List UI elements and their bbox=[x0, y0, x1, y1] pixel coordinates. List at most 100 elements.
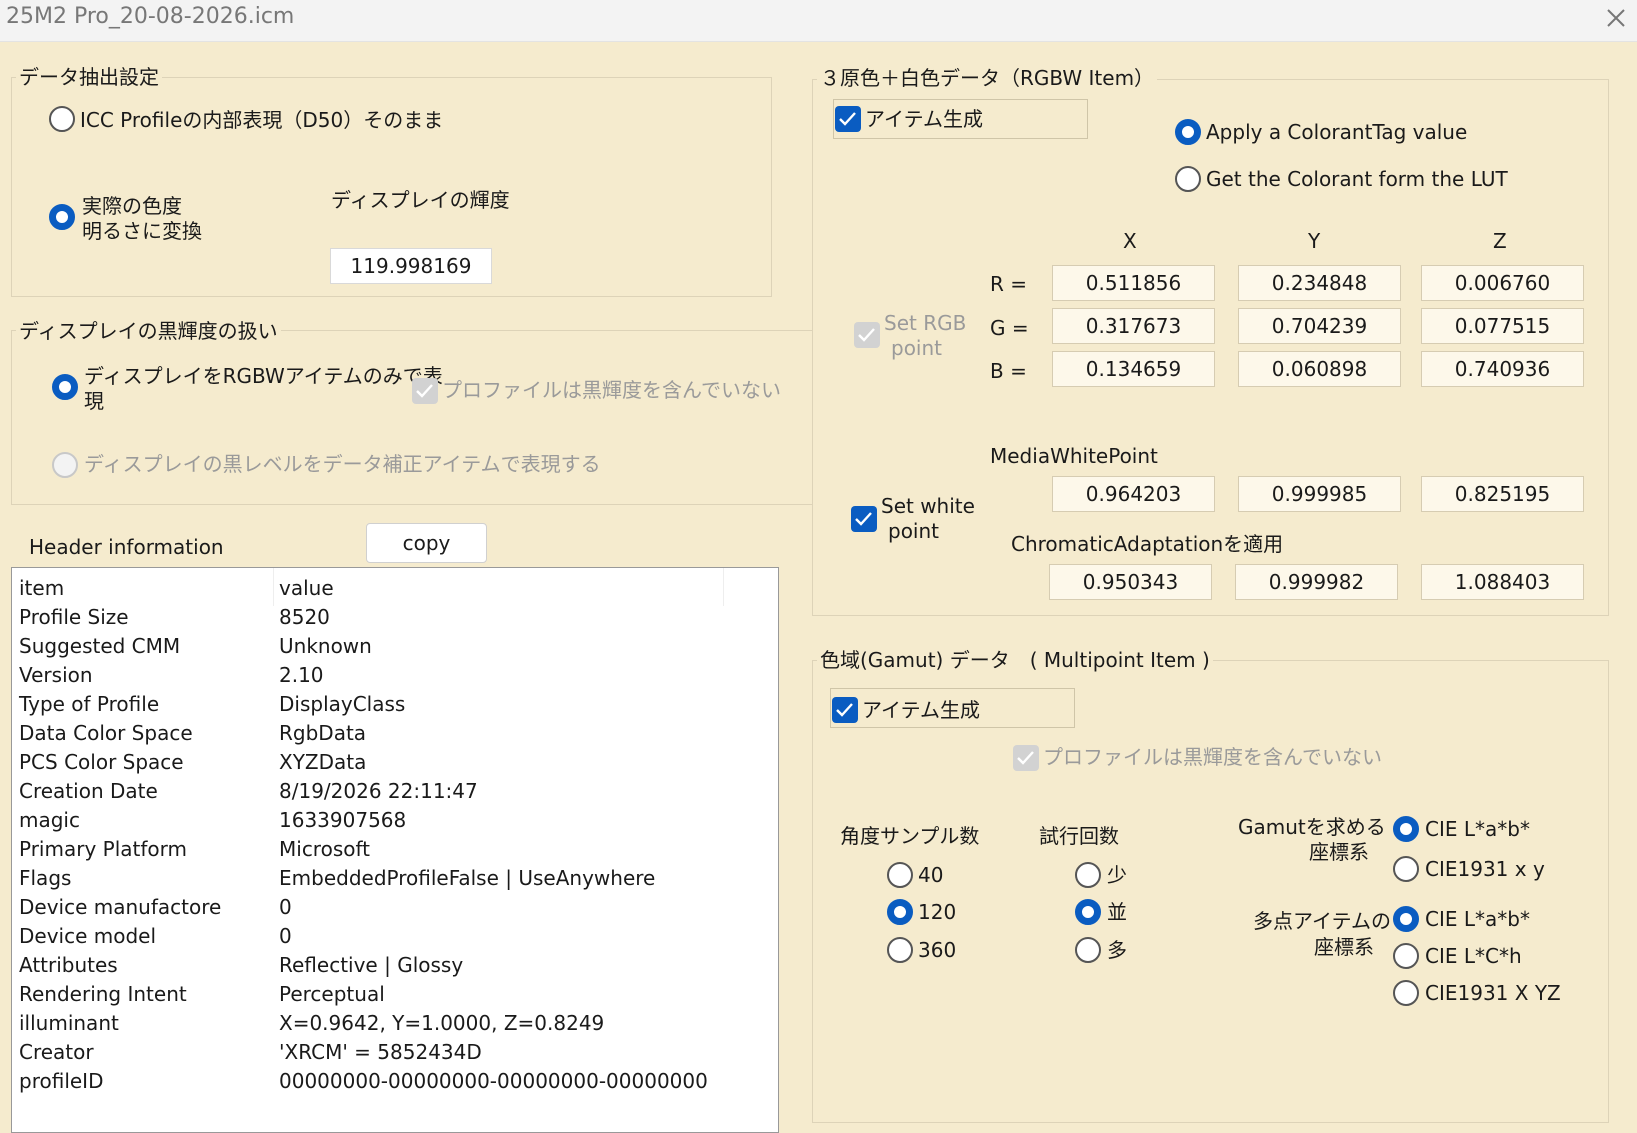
r-row-label: R = bbox=[990, 272, 1028, 296]
table-row[interactable]: Data Color Space RgbData bbox=[12, 721, 778, 750]
radio-black-correction[interactable] bbox=[52, 452, 78, 478]
table-row[interactable]: Device model 0 bbox=[12, 924, 778, 953]
table-row[interactable]: illuminant X=0.9642, Y=1.0000, Z=0.8249 bbox=[12, 1011, 778, 1040]
mwp-z-field[interactable]: 0.825195 bbox=[1421, 476, 1584, 512]
set-rgb-point-label1: Set RGB bbox=[884, 311, 967, 335]
multi-cs-label1: 多点アイテムの bbox=[1253, 909, 1391, 933]
table-row[interactable]: Attributes Reflective | Glossy bbox=[12, 953, 778, 982]
table-row[interactable]: Rendering Intent Perceptual bbox=[12, 982, 778, 1011]
radio-convert-actual-label2: 明るさに変換 bbox=[82, 219, 202, 243]
no-black-checkbox[interactable] bbox=[412, 378, 438, 404]
gamut-title: 色域(Gamut) データ ( Multipoint Item ) bbox=[817, 649, 1213, 671]
radio-multi-xyz-label: CIE1931 X YZ bbox=[1425, 981, 1561, 1005]
radio-trial-few[interactable] bbox=[1075, 862, 1101, 888]
radio-gamut-lab[interactable] bbox=[1393, 816, 1419, 842]
radio-rgbw-only-label2: 現 bbox=[84, 389, 104, 413]
g-y-field[interactable]: 0.704239 bbox=[1238, 308, 1401, 344]
set-rgb-point-label2: point bbox=[891, 336, 943, 360]
gamut-group bbox=[812, 660, 1609, 1123]
display-luminance-label: ディスプレイの輝度 bbox=[331, 188, 510, 212]
set-rgb-point-checkbox[interactable] bbox=[854, 322, 880, 348]
chad-z-field[interactable]: 1.088403 bbox=[1421, 564, 1584, 600]
radio-angle-40[interactable] bbox=[887, 862, 913, 888]
radio-multi-lab[interactable] bbox=[1393, 906, 1419, 932]
black-handling-title: ディスプレイの黒輝度の扱い bbox=[16, 320, 281, 342]
table-row[interactable]: Suggested CMM Unknown bbox=[12, 634, 778, 663]
radio-rgbw-only-label1: ディスプレイをRGBWアイテムのみで表 bbox=[84, 364, 443, 388]
chromatic-adaptation-label: ChromaticAdaptationを適用 bbox=[1011, 532, 1284, 556]
radio-apply-colorant[interactable] bbox=[1175, 119, 1201, 145]
radio-trial-many-label: 多 bbox=[1107, 938, 1127, 962]
radio-convert-actual[interactable] bbox=[49, 204, 75, 230]
black-handling-group bbox=[11, 330, 813, 505]
g-z-field[interactable]: 0.077515 bbox=[1421, 308, 1584, 344]
copy-button[interactable]: copy bbox=[366, 523, 487, 563]
radio-black-correction-label: ディスプレイの黒レベルをデータ補正アイテムで表現する bbox=[84, 452, 601, 476]
window-title: 25M2 Pro_20-08-2026.icm bbox=[6, 4, 295, 29]
col-y-header: Y bbox=[1308, 229, 1321, 253]
radio-trial-many[interactable] bbox=[1075, 937, 1101, 963]
r-y-field[interactable]: 0.234848 bbox=[1238, 265, 1401, 301]
chad-x-field[interactable]: 0.950343 bbox=[1049, 564, 1212, 600]
col-item-header[interactable]: item bbox=[19, 576, 64, 600]
col-z-header: Z bbox=[1493, 229, 1507, 253]
table-row[interactable]: Device manufactore 0 bbox=[12, 895, 778, 924]
col-value-header[interactable]: value bbox=[279, 576, 334, 600]
radio-trial-normal-label: 並 bbox=[1107, 900, 1127, 924]
table-row[interactable]: Profile Size 8520 bbox=[12, 605, 778, 634]
gamut-no-black-label: プロファイルは黒輝度を含んでいない bbox=[1043, 745, 1382, 769]
table-row[interactable]: Flags EmbeddedProfileFalse | UseAnywhere bbox=[12, 866, 778, 895]
rgbw-title: ３原色＋白色データ（RGBW Item） bbox=[817, 67, 1158, 89]
display-luminance-input[interactable]: 119.998169 bbox=[330, 248, 492, 284]
radio-multi-xyz[interactable] bbox=[1393, 980, 1419, 1006]
mwp-y-field[interactable]: 0.999985 bbox=[1238, 476, 1401, 512]
table-row[interactable]: Primary Platform Microsoft bbox=[12, 837, 778, 866]
b-z-field[interactable]: 0.740936 bbox=[1421, 351, 1584, 387]
radio-internal-d50-label: ICC Profileの内部表現（D50）そのまま bbox=[80, 108, 444, 132]
r-x-field[interactable]: 0.511856 bbox=[1052, 265, 1215, 301]
angle-samples-label: 角度サンプル数 bbox=[840, 824, 980, 848]
header-info-list[interactable]: item value Profile Size 8520 Suggested CM… bbox=[11, 567, 779, 1133]
radio-gamut-lab-label: CIE L*a*b* bbox=[1425, 817, 1530, 841]
table-row[interactable]: PCS Color Space XYZData bbox=[12, 750, 778, 779]
col-x-header: X bbox=[1123, 229, 1137, 253]
radio-gamut-xy-label: CIE1931 x y bbox=[1425, 857, 1545, 881]
radio-apply-colorant-label: Apply a ColorantTag value bbox=[1206, 120, 1468, 144]
radio-angle-360[interactable] bbox=[887, 937, 913, 963]
table-row[interactable]: magic 1633907568 bbox=[12, 808, 778, 837]
rgbw-item-gen-label: アイテム生成 bbox=[865, 107, 983, 131]
table-row[interactable]: profileID 00000000-00000000-00000000-0000… bbox=[12, 1069, 778, 1098]
gamut-cs-label1: Gamutを求める bbox=[1238, 815, 1386, 839]
media-white-point-label: MediaWhitePoint bbox=[990, 444, 1158, 468]
b-y-field[interactable]: 0.060898 bbox=[1238, 351, 1401, 387]
header-info-label: Header information bbox=[29, 535, 224, 559]
mwp-x-field[interactable]: 0.964203 bbox=[1052, 476, 1215, 512]
gamut-item-gen-label: アイテム生成 bbox=[862, 698, 980, 722]
radio-internal-d50[interactable] bbox=[49, 106, 75, 132]
r-z-field[interactable]: 0.006760 bbox=[1421, 265, 1584, 301]
radio-gamut-xy[interactable] bbox=[1393, 856, 1419, 882]
radio-angle-360-label: 360 bbox=[918, 938, 957, 962]
g-x-field[interactable]: 0.317673 bbox=[1052, 308, 1215, 344]
radio-rgbw-only[interactable] bbox=[52, 374, 78, 400]
table-row[interactable]: Creator 'XRCM' = 5852434D bbox=[12, 1040, 778, 1069]
radio-trial-normal[interactable] bbox=[1075, 899, 1101, 925]
close-icon[interactable] bbox=[1600, 2, 1632, 34]
chad-y-field[interactable]: 0.999982 bbox=[1235, 564, 1398, 600]
set-white-point-checkbox[interactable] bbox=[851, 506, 877, 532]
table-row[interactable]: Creation Date 8/19/2026 22:11:47 bbox=[12, 779, 778, 808]
radio-get-colorant-lut[interactable] bbox=[1175, 166, 1201, 192]
table-row[interactable]: Version 2.10 bbox=[12, 663, 778, 692]
radio-convert-actual-label1: 実際の色度 bbox=[82, 194, 182, 218]
radio-get-colorant-lut-label: Get the Colorant form the LUT bbox=[1206, 167, 1508, 191]
gamut-item-gen-checkbox[interactable] bbox=[832, 697, 858, 723]
radio-trial-few-label: 少 bbox=[1107, 863, 1127, 887]
radio-angle-120[interactable] bbox=[887, 899, 913, 925]
radio-multi-lch[interactable] bbox=[1393, 943, 1419, 969]
trial-count-label: 試行回数 bbox=[1039, 824, 1119, 848]
b-x-field[interactable]: 0.134659 bbox=[1052, 351, 1215, 387]
rgbw-item-gen-checkbox[interactable] bbox=[835, 106, 861, 132]
gamut-no-black-checkbox[interactable] bbox=[1013, 745, 1039, 771]
table-row[interactable]: Type of Profile DisplayClass bbox=[12, 692, 778, 721]
multi-cs-label2: 座標系 bbox=[1314, 935, 1374, 959]
